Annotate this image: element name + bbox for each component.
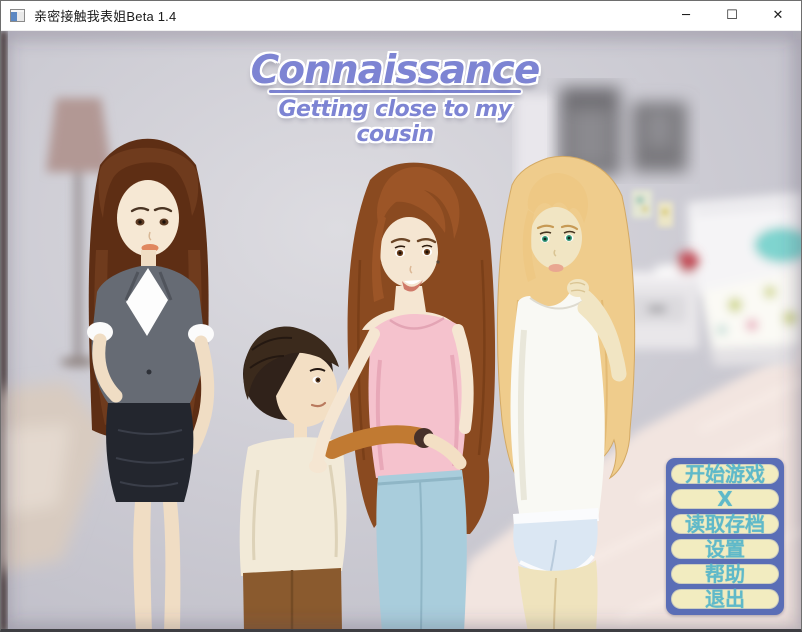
menu-settings-button[interactable]: 设置: [671, 539, 779, 559]
hand: [309, 459, 327, 473]
minimize-button[interactable]: ─: [663, 1, 709, 31]
main-menu-panel: 开始游戏 X 读取存档 设置 帮助 退出: [666, 458, 784, 615]
game-scene: Connaissance Getting close to my cousin …: [1, 31, 801, 630]
maximize-button[interactable]: ☐: [709, 1, 755, 31]
game-window: 亲密接触我表姐Beta 1.4 ─ ☐ ✕: [0, 0, 802, 632]
window-controls: ─ ☐ ✕: [663, 1, 801, 31]
app-window-icon: [10, 9, 25, 22]
menu-load-save-button[interactable]: 读取存档: [671, 514, 779, 534]
close-button[interactable]: ✕: [755, 1, 801, 31]
window-title: 亲密接触我表姐Beta 1.4: [34, 6, 176, 25]
window-titlebar: 亲密接触我表姐Beta 1.4 ─ ☐ ✕: [1, 1, 801, 31]
menu-help-button[interactable]: 帮助: [671, 564, 779, 584]
menu-quit-button[interactable]: 退出: [671, 589, 779, 609]
red-object: [677, 251, 699, 273]
menu-x-button[interactable]: X: [671, 489, 779, 509]
menu-start-game-button[interactable]: 开始游戏: [671, 464, 779, 484]
